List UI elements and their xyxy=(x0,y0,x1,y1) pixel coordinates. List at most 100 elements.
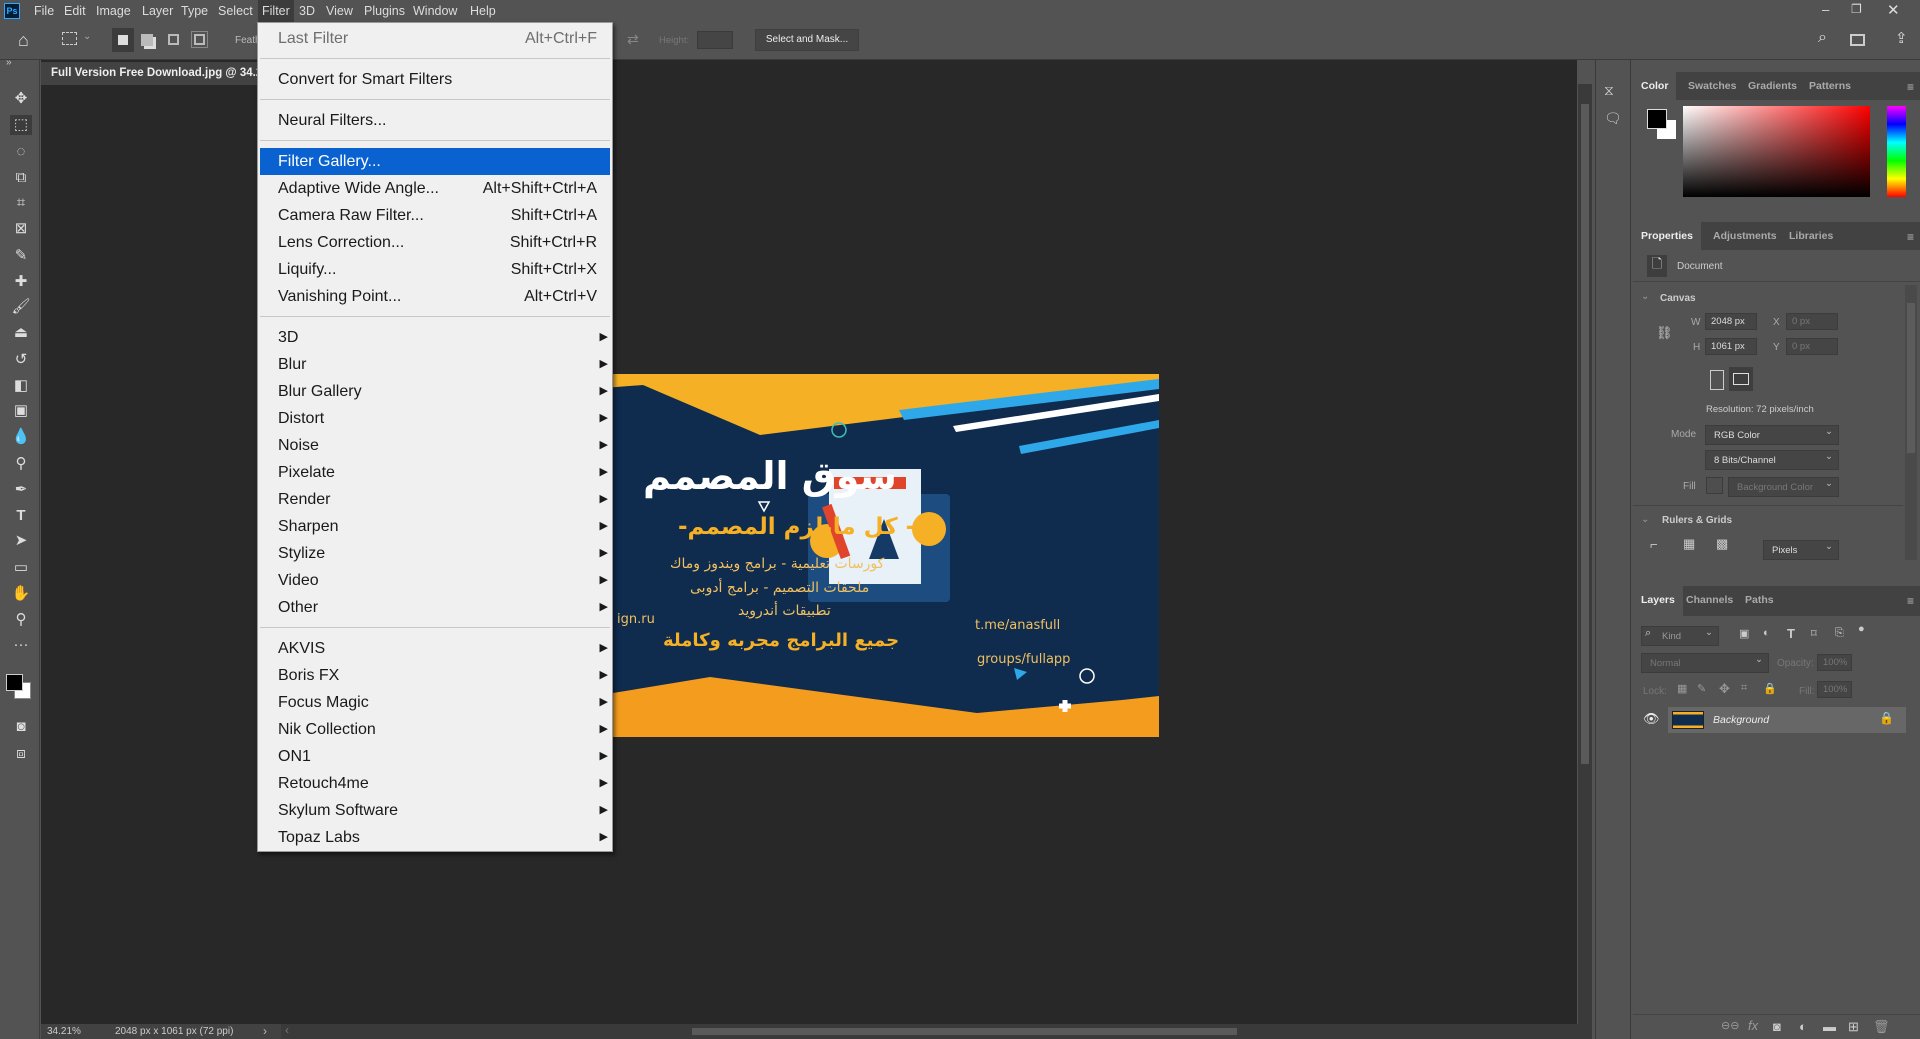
share-icon[interactable]: ⇪ xyxy=(1895,29,1908,47)
units-select[interactable]: Pixels xyxy=(1763,540,1839,560)
screen-mode-icon[interactable]: ⧈ xyxy=(10,744,32,764)
lock-pixels-icon[interactable]: ✎ xyxy=(1697,682,1706,695)
chevron-down-icon[interactable]: ⌄ xyxy=(1641,291,1649,302)
comments-panel-icon[interactable]: 🗨 xyxy=(1604,110,1622,127)
tab-gradients[interactable]: Gradients xyxy=(1740,72,1805,100)
dodge-tool-icon[interactable]: ⚲ xyxy=(10,454,32,474)
crop-tool-icon[interactable]: ⌗ xyxy=(10,193,32,213)
panel-menu-icon[interactable]: ≡ xyxy=(1907,594,1914,608)
select-and-mask-button[interactable]: Select and Mask... xyxy=(755,29,859,51)
opacity-input[interactable]: 100% xyxy=(1817,654,1852,671)
menu-item-last-filter[interactable]: Last Filter Alt+Ctrl+F xyxy=(260,25,610,52)
swap-icon[interactable]: ⇄ xyxy=(627,31,639,48)
menu-item-pixelate[interactable]: Pixelate ▶ xyxy=(260,459,610,486)
layer-name[interactable]: Background xyxy=(1713,714,1769,726)
height-input[interactable]: 1061 px xyxy=(1705,338,1757,355)
frame-tool-icon[interactable]: ⊠ xyxy=(10,219,32,239)
properties-scrollbar[interactable] xyxy=(1905,285,1917,560)
smart-object-filter-icon[interactable]: ⎘ xyxy=(1835,627,1844,640)
delete-layer-icon[interactable]: 🗑 xyxy=(1873,1019,1890,1035)
stamp-tool-icon[interactable]: ⏏ xyxy=(10,323,32,343)
fill-input[interactable]: 100% xyxy=(1817,681,1852,698)
menu-layer[interactable]: Layer xyxy=(142,4,173,18)
foreground-color-chip[interactable] xyxy=(1647,109,1667,129)
layer-mask-icon[interactable]: ◙ xyxy=(1773,1019,1781,1034)
tab-adjustments[interactable]: Adjustments xyxy=(1705,222,1785,250)
object-select-tool-icon[interactable]: ⧉ xyxy=(10,168,32,188)
lock-transparent-icon[interactable]: ▦ xyxy=(1677,682,1687,695)
history-panel-icon[interactable]: ⧖ xyxy=(1604,82,1614,99)
fx-icon[interactable]: fx xyxy=(1748,1018,1758,1033)
restore-button[interactable]: ❐ xyxy=(1851,2,1862,16)
hand-tool-icon[interactable]: ✋ xyxy=(10,584,32,604)
document-info[interactable]: 2048 px x 1061 px (72 ppi) xyxy=(115,1026,233,1037)
lasso-tool-icon[interactable]: ◌ xyxy=(10,142,32,162)
menu-item-3d[interactable]: 3D ▶ xyxy=(260,324,610,351)
menu-item-video[interactable]: Video ▶ xyxy=(260,567,610,594)
menu-item-convert-for-smart-filters[interactable]: Convert for Smart Filters xyxy=(260,66,610,93)
menu-item-nik-collection[interactable]: Nik Collection ▶ xyxy=(260,716,610,743)
eyedropper-tool-icon[interactable]: ✎ xyxy=(10,246,32,266)
tab-patterns[interactable]: Patterns xyxy=(1801,72,1859,100)
width-input[interactable]: 2048 px xyxy=(1705,313,1757,330)
menu-filter[interactable]: Filter xyxy=(258,0,294,22)
zoom-level[interactable]: 34.21% xyxy=(47,1026,81,1037)
guides-icon[interactable]: ▩ xyxy=(1716,536,1728,552)
menu-help[interactable]: Help xyxy=(470,4,496,18)
minimize-button[interactable]: – xyxy=(1822,2,1829,17)
link-layers-icon[interactable]: ⊖⊖ xyxy=(1721,1019,1739,1032)
menu-item-focus-magic[interactable]: Focus Magic ▶ xyxy=(260,689,610,716)
subtract-selection-icon[interactable] xyxy=(168,34,179,45)
scroll-thumb[interactable] xyxy=(1581,104,1589,764)
menu-item-vanishing-point[interactable]: Vanishing Point... Alt+Ctrl+V xyxy=(260,283,610,310)
chevron-down-icon[interactable]: ⌄ xyxy=(1641,514,1649,525)
rectangle-tool-icon[interactable]: ▭ xyxy=(10,558,32,578)
add-selection-icon[interactable] xyxy=(141,34,153,46)
panel-menu-icon[interactable]: ≡ xyxy=(1907,230,1914,244)
more-tools-icon[interactable]: ··· xyxy=(10,635,32,655)
menu-item-sharpen[interactable]: Sharpen ▶ xyxy=(260,513,610,540)
zoom-tool-icon[interactable]: ⚲ xyxy=(10,610,32,630)
intersect-selection-icon[interactable] xyxy=(191,31,208,48)
x-input[interactable]: 0 px xyxy=(1786,313,1838,330)
lock-artboard-icon[interactable]: ⌗ xyxy=(1741,682,1747,695)
brush-tool-icon[interactable]: 🖌 xyxy=(10,297,32,317)
menu-window[interactable]: Window xyxy=(413,4,457,18)
lock-all-icon[interactable]: 🔒 xyxy=(1763,682,1777,695)
menu-item-topaz-labs[interactable]: Topaz Labs ▶ xyxy=(260,824,610,851)
menu-item-akvis[interactable]: AKVIS ▶ xyxy=(260,635,610,662)
quick-mask-icon[interactable]: ◙ xyxy=(10,717,32,737)
horizontal-scroll-thumb[interactable] xyxy=(692,1028,1237,1035)
gradient-tool-icon[interactable]: ▣ xyxy=(10,401,32,421)
type-tool-icon[interactable]: T xyxy=(10,506,32,526)
workspace-icon[interactable] xyxy=(1850,34,1865,46)
menu-plugins[interactable]: Plugins xyxy=(364,4,405,18)
menu-select[interactable]: Select xyxy=(218,4,253,18)
hue-slider[interactable] xyxy=(1887,106,1906,197)
menu-image[interactable]: Image xyxy=(96,4,131,18)
tab-paths[interactable]: Paths xyxy=(1737,586,1782,614)
menu-item-skylum-software[interactable]: Skylum Software ▶ xyxy=(260,797,610,824)
menu-item-neural-filters[interactable]: Neural Filters... xyxy=(260,107,610,134)
menu-view[interactable]: View xyxy=(326,4,353,18)
photoshop-logo[interactable]: Ps xyxy=(4,3,20,19)
mode-select[interactable]: RGB Color xyxy=(1705,425,1839,445)
history-brush-tool-icon[interactable]: ↺ xyxy=(10,350,32,370)
status-expand-icon[interactable]: › xyxy=(263,1024,267,1038)
blend-mode-select[interactable]: Normal xyxy=(1641,653,1769,673)
tab-swatches[interactable]: Swatches xyxy=(1680,72,1744,100)
grid-icon[interactable]: ▦ xyxy=(1683,536,1695,552)
menu-edit[interactable]: Edit xyxy=(64,4,86,18)
lock-position-icon[interactable]: ✥ xyxy=(1719,681,1730,697)
shape-filter-icon[interactable]: ⌑ xyxy=(1811,627,1817,640)
vertical-scrollbar[interactable] xyxy=(1578,84,1592,1024)
menu-item-other[interactable]: Other ▶ xyxy=(260,594,610,621)
search-icon[interactable]: ⌕ xyxy=(1818,29,1827,47)
new-selection-button[interactable] xyxy=(112,28,134,52)
pixel-layer-filter-icon[interactable]: ▣ xyxy=(1739,627,1749,640)
menu-item-blur-gallery[interactable]: Blur Gallery ▶ xyxy=(260,378,610,405)
rulers-grids-heading[interactable]: Rulers & Grids xyxy=(1662,515,1732,526)
menu-item-lens-correction[interactable]: Lens Correction... Shift+Ctrl+R xyxy=(260,229,610,256)
tab-properties[interactable]: Properties xyxy=(1633,222,1701,250)
close-button[interactable]: ✕ xyxy=(1887,1,1900,19)
